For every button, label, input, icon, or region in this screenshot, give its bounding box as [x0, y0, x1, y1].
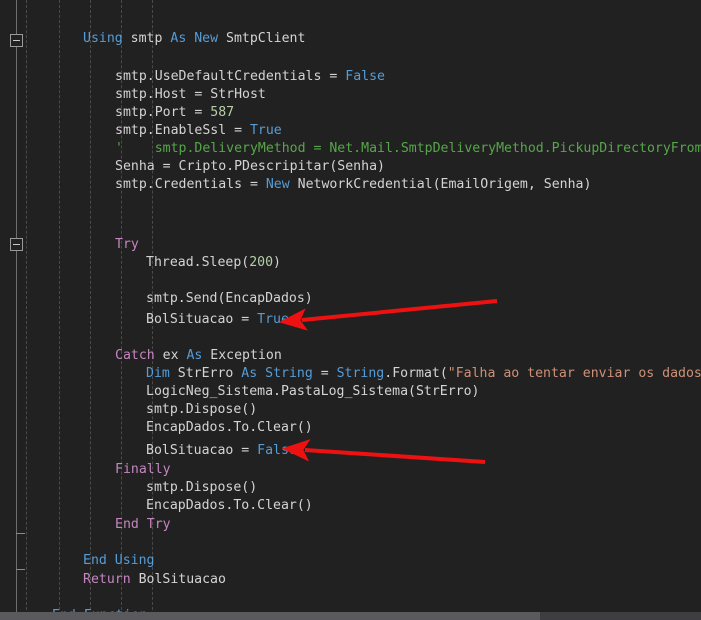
- code-token: False: [345, 69, 385, 84]
- code-token: 587: [210, 105, 235, 120]
- code-token: End: [115, 517, 139, 532]
- code-line[interactable]: Catch ex As Exception: [115, 347, 282, 365]
- code-line[interactable]: smtp.Dispose(): [146, 479, 257, 497]
- code-token: smtp: [130, 31, 163, 46]
- code-token: Senha = Cripto.PDescripitar(Senha): [115, 159, 385, 174]
- code-token: 200: [249, 255, 274, 270]
- code-token: End Using: [83, 553, 155, 568]
- code-line[interactable]: smtp.Credentials = New NetworkCredential…: [115, 176, 591, 194]
- code-token: smtp.Host = StrHost: [115, 87, 266, 102]
- code-line[interactable]: smtp.Send(EncapDados): [146, 290, 313, 308]
- code-token: New: [194, 31, 219, 46]
- code-token: smtp.UseDefaultCredentials =: [115, 69, 346, 84]
- code-token: "Falha ao tentar enviar os dados: [447, 366, 701, 381]
- code-token: smtp.Credentials =: [115, 177, 266, 192]
- code-editor-window: Using smtp As New SmtpClient smtp.UseDefa…: [0, 0, 701, 620]
- code-line[interactable]: EncapDados.To.Clear(): [146, 419, 313, 437]
- code-token: =: [312, 366, 337, 381]
- code-token: Finally: [115, 462, 171, 477]
- code-token: EncapDados.To.Clear(): [146, 420, 313, 435]
- code-token: As: [186, 348, 203, 363]
- code-token: False: [257, 443, 297, 458]
- code-token: True: [257, 312, 289, 327]
- code-line[interactable]: Dim StrErro As String = String.Format("F…: [146, 365, 701, 383]
- code-line[interactable]: End Using: [83, 552, 154, 570]
- code-text-area[interactable]: Using smtp As New SmtpClient smtp.UseDefa…: [0, 0, 701, 620]
- code-line[interactable]: BolSituacao = True: [146, 311, 289, 329]
- code-line[interactable]: Finally: [115, 461, 171, 479]
- code-line[interactable]: Using smtp As New SmtpClient: [83, 30, 305, 48]
- code-line[interactable]: Senha = Cripto.PDescripitar(Senha): [115, 158, 385, 176]
- code-line[interactable]: BolSituacao = False: [146, 442, 297, 460]
- code-line[interactable]: LogicNeg_Sistema.PastaLog_Sistema(StrErr…: [146, 383, 479, 401]
- code-token: ): [273, 255, 281, 270]
- code-line[interactable]: Thread.Sleep(200): [146, 254, 281, 272]
- code-line[interactable]: smtp.EnableSsl = True: [115, 122, 282, 140]
- code-token: ex: [154, 348, 187, 363]
- code-token: Return: [83, 572, 131, 587]
- code-line[interactable]: smtp.Host = StrHost: [115, 86, 266, 104]
- code-token: As: [241, 366, 258, 381]
- code-line[interactable]: ' smtp.DeliveryMethod = Net.Mail.SmtpDel…: [115, 140, 701, 158]
- code-token: String: [265, 366, 313, 381]
- horizontal-scrollbar[interactable]: [0, 612, 701, 620]
- code-token: smtp.Dispose(): [146, 402, 258, 417]
- code-token: smtp.EnableSsl =: [115, 123, 250, 138]
- code-token: smtp.Dispose(): [146, 480, 258, 495]
- code-line[interactable]: Try: [115, 236, 139, 254]
- code-token: Using: [83, 31, 123, 46]
- code-token: ' smtp.DeliveryMethod = Net.Mail.SmtpDel…: [115, 141, 701, 156]
- code-token: SmtpClient: [226, 31, 306, 46]
- code-token: Try: [146, 517, 171, 532]
- code-token: NetworkCredential(EmailOrigem, Senha): [289, 177, 592, 192]
- code-token: Try: [115, 237, 139, 252]
- code-token: New: [265, 177, 290, 192]
- code-token: As: [170, 31, 187, 46]
- code-token: smtp.Send(EncapDados): [146, 291, 313, 306]
- code-line[interactable]: EncapDados.To.Clear(): [146, 497, 313, 515]
- code-token: Dim: [146, 366, 170, 381]
- code-line[interactable]: smtp.Port = 587: [115, 104, 234, 122]
- code-token: Catch: [115, 348, 155, 363]
- code-token: StrErro: [169, 366, 242, 381]
- code-token: Exception: [202, 348, 282, 363]
- code-token: BolSituacao: [130, 572, 226, 587]
- horizontal-scrollbar-thumb[interactable]: [0, 612, 540, 620]
- code-token: BolSituacao =: [146, 312, 258, 327]
- code-line[interactable]: End Try: [115, 516, 171, 534]
- code-token: smtp.Port =: [115, 105, 211, 120]
- code-line[interactable]: smtp.UseDefaultCredentials = False: [115, 68, 385, 86]
- code-token: EncapDados.To.Clear(): [146, 498, 313, 513]
- code-line[interactable]: smtp.Dispose(): [146, 401, 257, 419]
- code-token: String: [336, 366, 385, 381]
- code-token: .Format(: [384, 366, 448, 381]
- code-token: True: [249, 123, 282, 138]
- code-token: LogicNeg_Sistema.PastaLog_Sistema(StrErr…: [146, 384, 480, 399]
- code-token: Thread.Sleep(: [146, 255, 250, 270]
- code-line[interactable]: Return BolSituacao: [83, 571, 226, 589]
- code-token: BolSituacao =: [146, 443, 258, 458]
